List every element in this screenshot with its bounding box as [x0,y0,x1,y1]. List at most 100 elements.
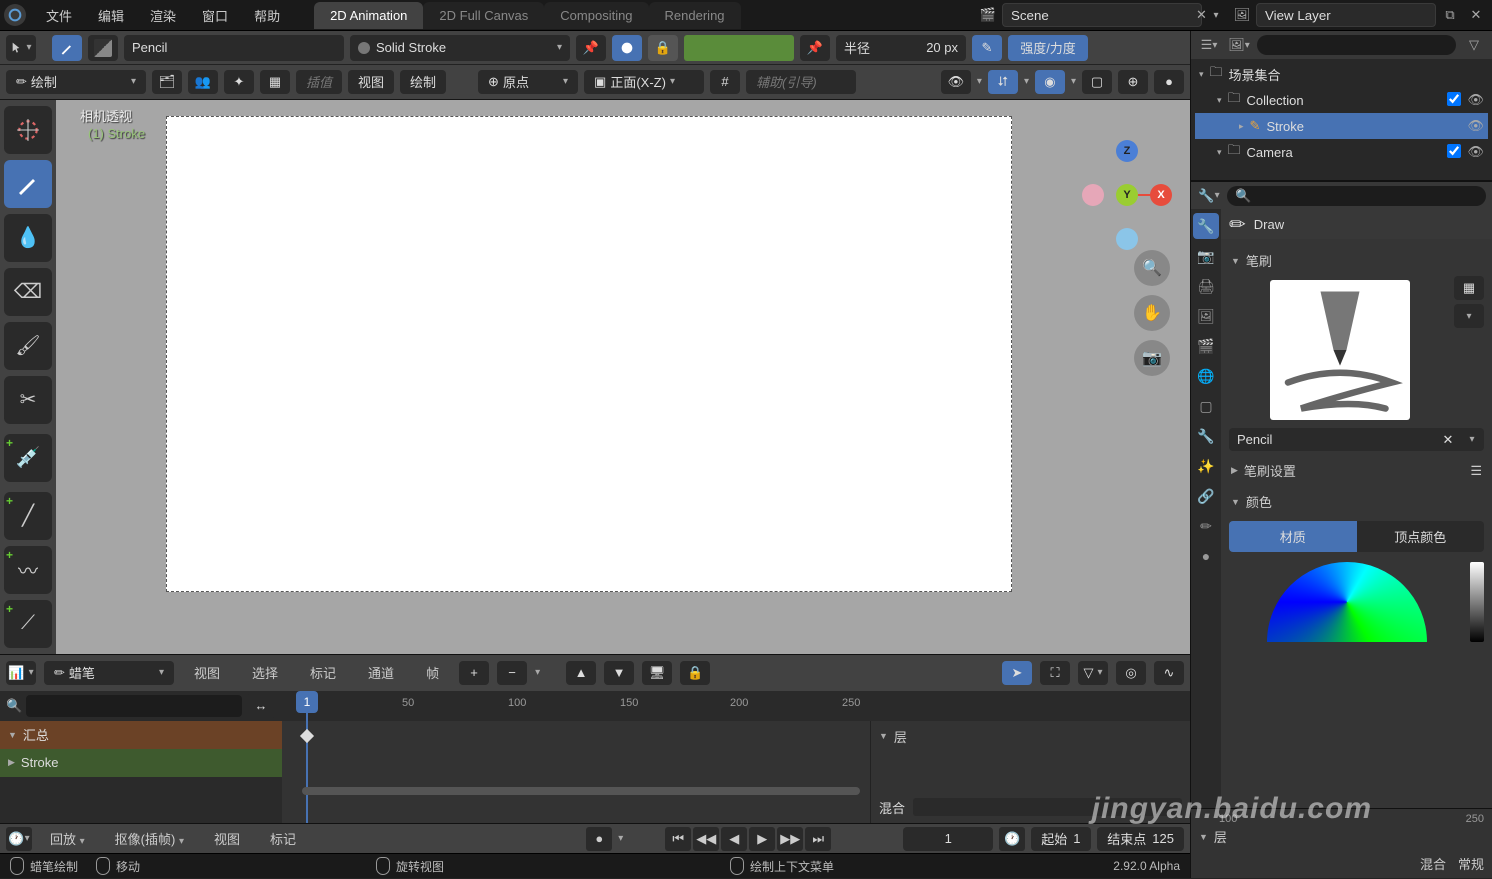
normal-mode-label[interactable]: 常规 [1458,854,1484,873]
plane-select[interactable]: ▣ 正面(X-Z) ▾ [584,70,704,94]
ptab-data[interactable]: ✏ [1193,513,1219,539]
menu-edit[interactable]: 编辑 [86,2,136,29]
brush-unlink-icon[interactable]: ✕ [1436,428,1460,451]
prev-key-icon[interactable]: ◀◀ [693,827,719,851]
draw-menu[interactable]: 绘制 [400,70,446,94]
next-key-icon[interactable]: ▶▶ [777,827,803,851]
ptab-output[interactable]: 🖨 [1193,273,1219,299]
brush-preview[interactable] [1270,280,1410,420]
ds-add-icon[interactable]: + [459,661,489,685]
stroke-channel-row[interactable]: ▶Stroke [0,749,282,777]
nav-gizmo[interactable]: Z Y X [1092,140,1162,240]
cutter-tool[interactable]: ✂ [4,376,52,424]
gizmo-neg-axis[interactable] [1082,184,1104,206]
gizmo-x-axis[interactable]: X [1150,184,1172,206]
ds-lock-icon[interactable]: 🔒 [680,661,710,685]
props-search[interactable]: 🔍 [1227,186,1486,206]
ptab-material[interactable]: ● [1193,543,1219,569]
pressure-toggle-icon[interactable]: ✎ [972,35,1002,61]
pin-color-icon[interactable]: 📌 [800,35,830,61]
gizmo-toggle-icon[interactable]: ⮃ [988,70,1018,94]
keying-menu[interactable]: 抠像(插帧) ▾ [103,825,196,852]
brush-section-header[interactable]: ▼笔刷 [1229,245,1484,276]
camera-nav-icon[interactable]: 📷 [1134,340,1170,376]
outliner-search-input[interactable] [1257,35,1456,55]
scene-input[interactable] [1003,4,1196,26]
tab-compositing[interactable]: Compositing [544,2,648,29]
fill-tool[interactable]: 💧 [4,214,52,262]
brush-grid-icon[interactable]: ▦ [1454,276,1484,300]
ptab-constraint[interactable]: 🔗 [1193,483,1219,509]
collection-row[interactable]: ▾🗀Collection 👁 [1195,87,1488,113]
value-slider[interactable] [1470,562,1484,642]
camera-row[interactable]: ▾🗀Camera 👁 [1195,139,1488,165]
onion-icon[interactable]: 👥 [188,70,218,94]
outliner-filter-icon[interactable]: ▽ [1462,33,1486,57]
interp-menu[interactable]: 插值 [296,70,342,94]
eye-icon[interactable]: 👁 [1467,118,1484,134]
ds-frame-menu[interactable]: 帧 [414,659,451,686]
mode-select[interactable]: ✏ 绘制 ▾ [6,70,146,94]
radius-field[interactable]: 半径 20 px [836,35,966,61]
color-swatch[interactable] [684,35,794,61]
stroke-row[interactable]: ▸✎Stroke 👁 [1195,113,1488,139]
color-section-header[interactable]: ▼颜色 [1229,486,1484,517]
erase-tool[interactable]: ⌫ [4,268,52,316]
ptab-world[interactable]: 🌐 [1193,363,1219,389]
line-tool[interactable]: +╱ [4,492,52,540]
polyline-tool[interactable]: +〰 [4,546,52,594]
ds-monitor-icon[interactable]: 🖥 [642,661,672,685]
drawing-canvas[interactable] [166,116,1012,592]
play-rev-icon[interactable]: ◀ [721,827,747,851]
zoom-nav-icon[interactable]: 🔍 [1134,250,1170,286]
cursor-tool-icon[interactable]: ▾ [6,35,36,61]
ds-select-menu[interactable]: 选择 [240,659,290,686]
viewlayer-input[interactable] [1257,4,1450,26]
vertex-color-button[interactable]: 顶点颜色 [1357,521,1485,552]
view-menu[interactable]: 视图 [348,70,394,94]
ptab-scene[interactable]: 🎬 [1193,333,1219,359]
draw-tool[interactable] [4,160,52,208]
ptab-viewlayer[interactable]: 🖼 [1193,303,1219,329]
outliner-mode-icon[interactable]: ☰▾ [1197,33,1221,57]
brush-select[interactable]: Pencil [124,35,344,61]
timeline-area[interactable]: 1 50 100 150 200 250 ▼层 混合 [282,691,1190,823]
origin-select[interactable]: ⊕ 原点 ▾ [478,70,578,94]
material-color-icon[interactable] [88,35,118,61]
brush-name-field[interactable]: Pencil [1229,428,1436,451]
blender-logo-icon[interactable] [4,4,26,26]
shading-solid-icon[interactable]: ● [1154,70,1184,94]
ptab-modifier[interactable]: 🔧 [1193,423,1219,449]
material-mode-button[interactable]: 材质 [1229,521,1357,552]
layer-icon[interactable]: 🗂 [152,70,182,94]
eyedropper-tool[interactable]: +💉 [4,434,52,482]
ptab-object[interactable]: ▢ [1193,393,1219,419]
ds-prop-icon[interactable]: ∿ [1154,661,1184,685]
props-editor-icon[interactable]: 🔧▾ [1197,184,1221,208]
outliner-display-icon[interactable]: 🖼▾ [1227,33,1251,57]
keyframe[interactable] [300,728,314,742]
ds-pointer-icon[interactable]: ➤ [1002,661,1032,685]
brush-menu-icon[interactable]: ▾ [1460,428,1484,451]
stroke-style-select[interactable]: Solid Stroke ▾ [350,35,570,61]
gizmo-z-axis[interactable]: Z [1116,140,1138,162]
tint-tool[interactable]: 🖌 [4,322,52,370]
sphere-icon[interactable] [612,35,642,61]
current-frame-field[interactable]: 1 [903,827,993,851]
pb-marker-menu[interactable]: 标记 [258,825,308,852]
brush-dropdown-icon[interactable]: ▾ [1454,304,1484,328]
viewlayer-field[interactable] [1256,3,1436,27]
range-icon[interactable]: ↔ [246,694,276,718]
viewlayer-remove-icon[interactable]: ✕ [1464,3,1488,27]
list-icon[interactable]: ☰ [1470,463,1482,479]
jump-start-icon[interactable]: ⏮ [665,827,691,851]
ds-remove-icon[interactable]: − [497,661,527,685]
pb-view-menu[interactable]: 视图 [202,825,252,852]
pin-material-icon[interactable]: 📌 [576,35,606,61]
cursor-tool[interactable] [4,106,52,154]
overlay-toggle-icon[interactable]: ◉ [1035,70,1065,94]
h-scrollbar[interactable] [302,787,860,795]
ds-marker-menu[interactable]: 标记 [298,659,348,686]
scene-collection-row[interactable]: ▾🗀场景集合 [1195,61,1488,87]
ds-mode-select[interactable]: ✏ 蜡笔 ▾ [44,661,174,685]
